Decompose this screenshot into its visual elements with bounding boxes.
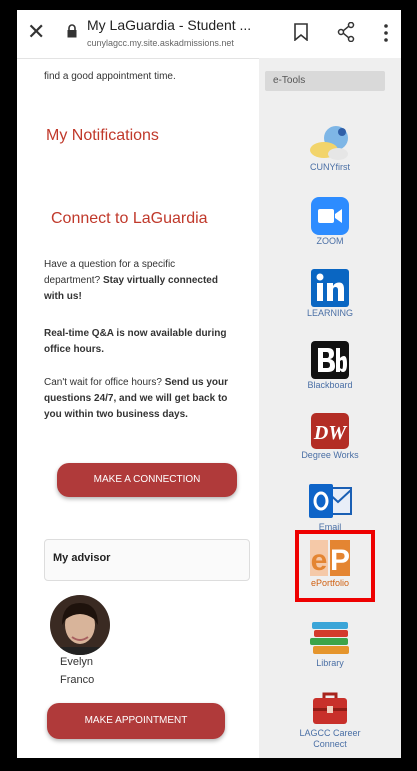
notifications-heading[interactable]: My Notifications — [46, 128, 159, 144]
degree-works-icon: DW — [311, 413, 349, 449]
etool-email[interactable]: Email — [259, 482, 401, 533]
make-appointment-button[interactable]: MAKE APPOINTMENT — [47, 703, 225, 739]
page-title: My LaGuardia - Student ... — [87, 17, 252, 33]
question-paragraph: Have a question for a specific departmen… — [44, 257, 234, 305]
etool-library[interactable]: Library — [259, 618, 401, 669]
career-briefcase-icon — [313, 692, 347, 724]
advisor-card: My advisor — [44, 539, 250, 581]
etool-eportfolio-label: ePortfolio — [310, 578, 350, 588]
zoom-icon — [311, 197, 349, 235]
blackboard-icon — [311, 341, 349, 379]
advisor-first-name: Evelyn — [60, 656, 94, 668]
qa-bold-text: Real-time Q&A is now available during of… — [44, 328, 227, 355]
etool-library-label: Library — [316, 658, 344, 668]
advisor-last-name: Franco — [60, 674, 95, 686]
etool-career-connect-label: LAGCC Career Connect — [299, 728, 361, 749]
etool-eportfolio[interactable]: e P ePortfolio — [259, 538, 401, 589]
etool-learning[interactable]: LEARNING — [259, 268, 401, 319]
etool-degree-works-label: Degree Works — [301, 450, 359, 460]
page-url: cunylagcc.my.site.askadmissions.net — [87, 38, 234, 48]
wait-paragraph: Can't wait for office hours? Send us you… — [44, 375, 244, 423]
svg-text:e: e — [311, 544, 328, 577]
eportfolio-icon: e P — [310, 540, 350, 577]
etool-learning-label: LEARNING — [306, 308, 353, 318]
etool-zoom[interactable]: ZOOM — [259, 196, 401, 247]
etool-cunyfirst-label: CUNYfirst — [310, 162, 350, 172]
browser-top-bar: ✕ My LaGuardia - Student ... cunylagcc.m… — [17, 10, 401, 59]
cunyfirst-icon — [310, 126, 348, 160]
linkedin-learning-icon — [311, 269, 349, 307]
svg-text:DW: DW — [313, 422, 347, 444]
svg-text:P: P — [330, 544, 350, 577]
bookmark-icon[interactable] — [294, 23, 308, 41]
library-books-icon — [310, 622, 349, 654]
etool-blackboard[interactable]: Blackboard — [259, 340, 401, 391]
wait-text: Can't wait for office hours? — [44, 377, 162, 388]
etools-header: e-Tools — [265, 71, 385, 91]
lock-icon — [67, 24, 77, 38]
advisor-avatar — [50, 595, 110, 655]
make-connection-button[interactable]: MAKE A CONNECTION — [57, 463, 237, 497]
intro-text-fragment: find a good appointment time. — [44, 71, 176, 82]
connect-heading: Connect to LaGuardia — [51, 210, 208, 227]
advisor-label: My advisor — [53, 552, 111, 564]
etool-career-connect[interactable]: LAGCC Career Connect — [259, 690, 401, 750]
main-content: find a good appointment time. My Notific… — [17, 58, 259, 758]
qa-paragraph: Real-time Q&A is now available during of… — [44, 326, 234, 358]
outlook-email-icon — [309, 484, 352, 518]
etool-zoom-label: ZOOM — [316, 236, 344, 246]
etool-degree-works[interactable]: DW Degree Works — [259, 412, 401, 461]
etool-cunyfirst[interactable]: CUNYfirst — [259, 124, 401, 173]
phone-screen: ✕ My LaGuardia - Student ... cunylagcc.m… — [17, 10, 401, 758]
person-photo-icon — [50, 595, 110, 655]
close-icon[interactable]: ✕ — [27, 20, 45, 44]
share-icon[interactable] — [337, 22, 355, 42]
etool-blackboard-label: Blackboard — [307, 380, 353, 390]
etools-sidebar: e-Tools CUNYfirst ZOOM LEARNING Blackboa… — [259, 58, 401, 758]
more-menu-icon[interactable] — [384, 23, 388, 43]
